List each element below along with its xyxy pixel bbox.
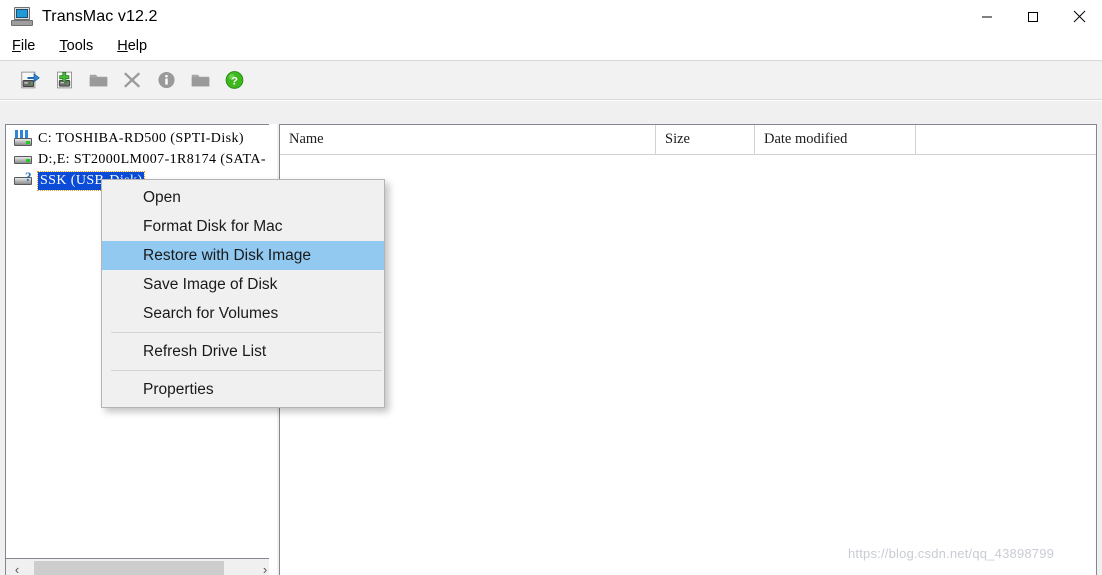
minimize-icon bbox=[982, 16, 992, 17]
window-controls bbox=[964, 0, 1102, 33]
file-list-header: Name Size Date modified bbox=[280, 125, 1096, 155]
folder-icon bbox=[191, 74, 210, 87]
context-menu-item-restore-with-disk-image[interactable]: Restore with Disk Image bbox=[102, 241, 384, 270]
add-disk-image-button[interactable] bbox=[48, 65, 81, 95]
close-button[interactable] bbox=[1056, 0, 1102, 33]
tree-item-label: D:,E: ST2000LM007-1R8174 (SATA- bbox=[38, 151, 266, 167]
drive-context-menu: Open Format Disk for Mac Restore with Di… bbox=[101, 179, 385, 408]
context-menu-item-format-disk-for-mac[interactable]: Format Disk for Mac bbox=[102, 212, 384, 241]
new-folder-icon bbox=[89, 74, 108, 87]
hscroll-track[interactable] bbox=[28, 559, 254, 575]
column-header-date-modified[interactable]: Date modified bbox=[755, 125, 916, 155]
unknown-drive-icon: ? bbox=[13, 170, 33, 189]
folder-button bbox=[184, 65, 217, 95]
new-folder-button bbox=[82, 65, 115, 95]
delete-icon bbox=[124, 72, 140, 88]
context-menu-separator bbox=[111, 332, 382, 333]
tree-item-de-drive[interactable]: D:,E: ST2000LM007-1R8174 (SATA- bbox=[6, 149, 276, 170]
help-icon: ? bbox=[225, 71, 244, 89]
svg-text:?: ? bbox=[231, 76, 238, 88]
open-disk-icon bbox=[21, 71, 40, 89]
minimize-button[interactable] bbox=[964, 0, 1010, 33]
computer-drive-icon bbox=[13, 130, 33, 147]
menu-item-file[interactable]: File bbox=[12, 38, 35, 54]
column-header-size[interactable]: Size bbox=[656, 125, 755, 155]
context-menu-item-open[interactable]: Open bbox=[102, 183, 384, 212]
help-button[interactable]: ? bbox=[218, 65, 251, 95]
maximize-icon bbox=[1028, 11, 1038, 22]
context-menu-separator bbox=[111, 370, 382, 371]
add-disk-image-icon bbox=[57, 71, 72, 89]
info-icon bbox=[158, 71, 175, 89]
context-menu-item-save-image-of-disk[interactable]: Save Image of Disk bbox=[102, 270, 384, 299]
computer-monitor-icon bbox=[11, 6, 33, 27]
transmac-window: TransMac v12.2 File Tools Help ? C: TOSH… bbox=[0, 0, 1102, 575]
window-title: TransMac v12.2 bbox=[42, 7, 158, 25]
menu-item-help[interactable]: Help bbox=[117, 38, 147, 54]
delete-button bbox=[116, 65, 149, 95]
file-list-panel[interactable]: Name Size Date modified bbox=[279, 124, 1097, 575]
column-header-name[interactable]: Name bbox=[280, 125, 656, 155]
scroll-left-arrow-icon[interactable]: ‹ bbox=[6, 559, 28, 575]
context-menu-item-refresh-drive-list[interactable]: Refresh Drive List bbox=[102, 337, 384, 366]
tree-item-c-drive[interactable]: C: TOSHIBA-RD500 (SPTI-Disk) bbox=[6, 128, 276, 149]
menu-item-tools[interactable]: Tools bbox=[59, 38, 93, 54]
hscroll-thumb[interactable] bbox=[34, 560, 224, 575]
maximize-button[interactable] bbox=[1010, 0, 1056, 33]
open-disk-button[interactable] bbox=[14, 65, 47, 95]
info-button bbox=[150, 65, 183, 95]
toolbar: ? bbox=[0, 60, 1102, 100]
file-list-body[interactable] bbox=[280, 155, 1096, 575]
drive-tree-hscrollbar[interactable]: ‹ › bbox=[5, 559, 277, 575]
menu-bar: File Tools Help bbox=[0, 33, 1102, 59]
hard-drive-icon bbox=[13, 151, 33, 168]
close-icon bbox=[1073, 10, 1085, 23]
title-bar: TransMac v12.2 bbox=[0, 0, 1102, 33]
context-menu-item-properties[interactable]: Properties bbox=[102, 375, 384, 404]
context-menu-item-search-for-volumes[interactable]: Search for Volumes bbox=[102, 299, 384, 328]
tree-item-label: C: TOSHIBA-RD500 (SPTI-Disk) bbox=[38, 130, 244, 146]
column-header-spacer bbox=[916, 125, 1096, 155]
watermark-text: https://blog.csdn.net/qq_43898799 bbox=[848, 546, 1055, 561]
